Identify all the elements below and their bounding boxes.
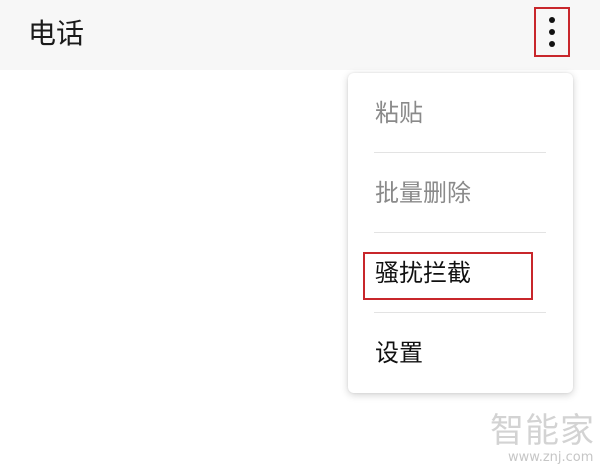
app-bar: 电话 [0,0,600,70]
watermark-url: www.znj.com [508,450,594,465]
more-options-button[interactable] [534,7,570,57]
page-title: 电话 [28,17,85,50]
menu-item-settings[interactable]: 设置 [348,313,573,393]
menu-item-batch-delete[interactable]: 批量删除 [348,153,573,233]
menu-item-paste[interactable]: 粘贴 [348,73,573,153]
highlight-annotation-box [363,252,533,300]
more-vertical-icon-dot [549,41,555,47]
menu-item-label: 批量删除 [375,179,471,207]
menu-item-label: 设置 [375,339,423,367]
watermark-logo: 智能家 [490,411,595,451]
more-vertical-icon-dot [549,29,555,35]
more-vertical-icon [549,17,555,23]
menu-item-label: 粘贴 [375,99,423,127]
overflow-menu: 粘贴 批量删除 骚扰拦截 设置 [348,73,573,393]
watermark: 智能家 www.znj.com [486,410,594,468]
